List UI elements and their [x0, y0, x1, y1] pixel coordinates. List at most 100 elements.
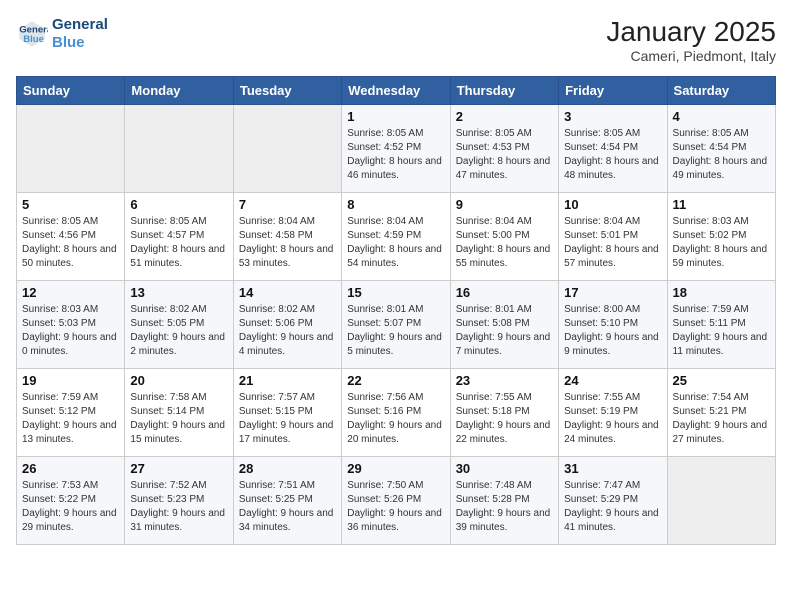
weekday-header: Sunday: [17, 77, 125, 105]
day-info: Sunrise: 7:56 AM Sunset: 5:16 PM Dayligh…: [347, 391, 444, 447]
weekday-header: Saturday: [667, 77, 775, 105]
day-number: 20: [130, 373, 227, 388]
calendar-cell: 9 Sunrise: 8:04 AM Sunset: 5:00 PM Daylig…: [450, 193, 558, 281]
calendar-cell: 18 Sunrise: 7:59 AM Sunset: 5:11 PM Dayli…: [667, 281, 775, 369]
day-info: Sunrise: 8:05 AM Sunset: 4:52 PM Dayligh…: [347, 127, 444, 183]
page-header: General Blue General Blue January 2025 C…: [16, 16, 776, 64]
calendar-cell: 21 Sunrise: 7:57 AM Sunset: 5:15 PM Dayli…: [233, 369, 341, 457]
day-number: 18: [673, 285, 770, 300]
calendar-cell: 16 Sunrise: 8:01 AM Sunset: 5:08 PM Dayli…: [450, 281, 558, 369]
day-info: Sunrise: 7:55 AM Sunset: 5:19 PM Dayligh…: [564, 391, 661, 447]
calendar-cell: 4 Sunrise: 8:05 AM Sunset: 4:54 PM Daylig…: [667, 105, 775, 193]
day-info: Sunrise: 8:02 AM Sunset: 5:06 PM Dayligh…: [239, 303, 336, 359]
calendar-cell: 1Sunrise: 8:05 AM Sunset: 4:52 PM Daylig…: [342, 105, 450, 193]
calendar-cell: [667, 457, 775, 545]
day-info: Sunrise: 8:04 AM Sunset: 4:58 PM Dayligh…: [239, 215, 336, 271]
day-info: Sunrise: 7:53 AM Sunset: 5:22 PM Dayligh…: [22, 479, 119, 535]
weekday-header: Thursday: [450, 77, 558, 105]
calendar-cell: 17 Sunrise: 8:00 AM Sunset: 5:10 PM Dayli…: [559, 281, 667, 369]
calendar-cell: 23Sunrise: 7:55 AM Sunset: 5:18 PM Dayli…: [450, 369, 558, 457]
day-info: Sunrise: 8:04 AM Sunset: 4:59 PM Dayligh…: [347, 215, 444, 271]
day-info: Sunrise: 7:58 AM Sunset: 5:14 PM Dayligh…: [130, 391, 227, 447]
calendar-cell: 5 Sunrise: 8:05 AM Sunset: 4:56 PM Daylig…: [17, 193, 125, 281]
day-info: Sunrise: 8:01 AM Sunset: 5:08 PM Dayligh…: [456, 303, 553, 359]
calendar-cell: 22 Sunrise: 7:56 AM Sunset: 5:16 PM Dayli…: [342, 369, 450, 457]
day-number: 7: [239, 197, 336, 212]
day-info: Sunrise: 7:59 AM Sunset: 5:12 PM Dayligh…: [22, 391, 119, 447]
weekday-header: Wednesday: [342, 77, 450, 105]
location: Cameri, Piedmont, Italy: [606, 48, 776, 64]
day-number: 26: [22, 461, 119, 476]
day-info: Sunrise: 8:05 AM Sunset: 4:54 PM Dayligh…: [673, 127, 770, 183]
calendar-cell: 6 Sunrise: 8:05 AM Sunset: 4:57 PM Daylig…: [125, 193, 233, 281]
calendar-cell: 20 Sunrise: 7:58 AM Sunset: 5:14 PM Dayli…: [125, 369, 233, 457]
day-number: 25: [673, 373, 770, 388]
month-year: January 2025: [606, 16, 776, 48]
day-number: 9: [456, 197, 553, 212]
calendar-cell: 19 Sunrise: 7:59 AM Sunset: 5:12 PM Dayli…: [17, 369, 125, 457]
calendar-cell: [233, 105, 341, 193]
calendar-cell: 11Sunrise: 8:03 AM Sunset: 5:02 PM Dayli…: [667, 193, 775, 281]
day-info: Sunrise: 7:57 AM Sunset: 5:15 PM Dayligh…: [239, 391, 336, 447]
calendar-cell: 24 Sunrise: 7:55 AM Sunset: 5:19 PM Dayli…: [559, 369, 667, 457]
day-info: Sunrise: 8:03 AM Sunset: 5:03 PM Dayligh…: [22, 303, 119, 359]
day-info: Sunrise: 8:05 AM Sunset: 4:54 PM Dayligh…: [564, 127, 661, 183]
day-number: 22: [347, 373, 444, 388]
day-info: Sunrise: 8:01 AM Sunset: 5:07 PM Dayligh…: [347, 303, 444, 359]
calendar-cell: 26 Sunrise: 7:53 AM Sunset: 5:22 PM Dayli…: [17, 457, 125, 545]
calendar-table: SundayMondayTuesdayWednesdayThursdayFrid…: [16, 76, 776, 545]
title-block: January 2025 Cameri, Piedmont, Italy: [606, 16, 776, 64]
day-info: Sunrise: 7:51 AM Sunset: 5:25 PM Dayligh…: [239, 479, 336, 535]
day-number: 5: [22, 197, 119, 212]
day-number: 23: [456, 373, 553, 388]
day-number: 27: [130, 461, 227, 476]
day-info: Sunrise: 8:03 AM Sunset: 5:02 PM Dayligh…: [673, 215, 770, 271]
day-number: 21: [239, 373, 336, 388]
calendar-cell: 12 Sunrise: 8:03 AM Sunset: 5:03 PM Dayli…: [17, 281, 125, 369]
calendar-cell: [125, 105, 233, 193]
weekday-header: Tuesday: [233, 77, 341, 105]
day-number: 15: [347, 285, 444, 300]
day-number: 12: [22, 285, 119, 300]
day-number: 16: [456, 285, 553, 300]
calendar-cell: 7 Sunrise: 8:04 AM Sunset: 4:58 PM Daylig…: [233, 193, 341, 281]
day-number: 28: [239, 461, 336, 476]
day-info: Sunrise: 8:05 AM Sunset: 4:56 PM Dayligh…: [22, 215, 119, 271]
calendar-cell: 13 Sunrise: 8:02 AM Sunset: 5:05 PM Dayli…: [125, 281, 233, 369]
day-number: 31: [564, 461, 661, 476]
calendar-cell: 10Sunrise: 8:04 AM Sunset: 5:01 PM Dayli…: [559, 193, 667, 281]
day-number: 30: [456, 461, 553, 476]
calendar-cell: 31 Sunrise: 7:47 AM Sunset: 5:29 PM Dayli…: [559, 457, 667, 545]
day-number: 24: [564, 373, 661, 388]
day-info: Sunrise: 7:54 AM Sunset: 5:21 PM Dayligh…: [673, 391, 770, 447]
day-info: Sunrise: 7:50 AM Sunset: 5:26 PM Dayligh…: [347, 479, 444, 535]
logo: General Blue General Blue: [16, 16, 108, 52]
day-info: Sunrise: 8:02 AM Sunset: 5:05 PM Dayligh…: [130, 303, 227, 359]
day-info: Sunrise: 8:05 AM Sunset: 4:53 PM Dayligh…: [456, 127, 553, 183]
calendar-cell: 28 Sunrise: 7:51 AM Sunset: 5:25 PM Dayli…: [233, 457, 341, 545]
day-info: Sunrise: 8:05 AM Sunset: 4:57 PM Dayligh…: [130, 215, 227, 271]
calendar-cell: 25 Sunrise: 7:54 AM Sunset: 5:21 PM Dayli…: [667, 369, 775, 457]
day-number: 17: [564, 285, 661, 300]
day-number: 4: [673, 109, 770, 124]
calendar-cell: 3 Sunrise: 8:05 AM Sunset: 4:54 PM Daylig…: [559, 105, 667, 193]
calendar-cell: 30 Sunrise: 7:48 AM Sunset: 5:28 PM Dayli…: [450, 457, 558, 545]
day-number: 6: [130, 197, 227, 212]
day-number: 2: [456, 109, 553, 124]
day-number: 19: [22, 373, 119, 388]
calendar-cell: [17, 105, 125, 193]
calendar-cell: 8Sunrise: 8:04 AM Sunset: 4:59 PM Daylig…: [342, 193, 450, 281]
calendar-cell: 15 Sunrise: 8:01 AM Sunset: 5:07 PM Dayli…: [342, 281, 450, 369]
day-info: Sunrise: 7:47 AM Sunset: 5:29 PM Dayligh…: [564, 479, 661, 535]
day-info: Sunrise: 8:04 AM Sunset: 5:01 PM Dayligh…: [564, 215, 661, 271]
day-number: 3: [564, 109, 661, 124]
day-number: 13: [130, 285, 227, 300]
day-number: 29: [347, 461, 444, 476]
calendar-cell: 27Sunrise: 7:52 AM Sunset: 5:23 PM Dayli…: [125, 457, 233, 545]
calendar-cell: 14Sunrise: 8:02 AM Sunset: 5:06 PM Dayli…: [233, 281, 341, 369]
day-info: Sunrise: 7:48 AM Sunset: 5:28 PM Dayligh…: [456, 479, 553, 535]
calendar-cell: 2 Sunrise: 8:05 AM Sunset: 4:53 PM Daylig…: [450, 105, 558, 193]
day-info: Sunrise: 7:59 AM Sunset: 5:11 PM Dayligh…: [673, 303, 770, 359]
day-info: Sunrise: 8:04 AM Sunset: 5:00 PM Dayligh…: [456, 215, 553, 271]
day-info: Sunrise: 8:00 AM Sunset: 5:10 PM Dayligh…: [564, 303, 661, 359]
